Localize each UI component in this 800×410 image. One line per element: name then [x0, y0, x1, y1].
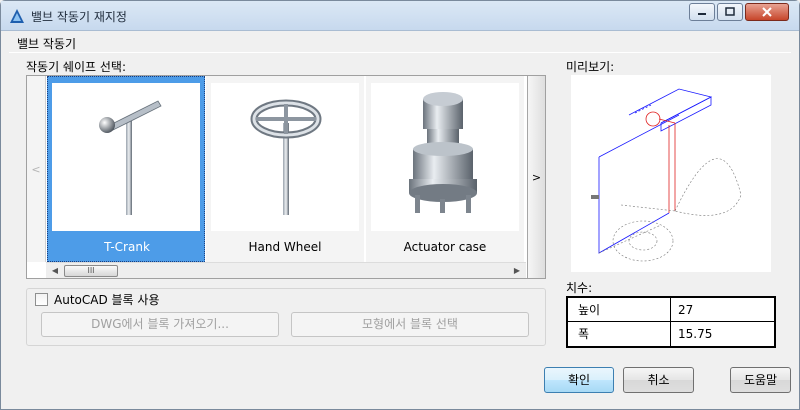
autocad-app-icon: [10, 9, 24, 23]
section-title: 밸브 작동기: [17, 37, 77, 51]
import-from-dwg-button[interactable]: DWG에서 블록 가져오기...: [41, 312, 279, 337]
use-autocad-block-checkbox[interactable]: [35, 293, 48, 306]
title-bar[interactable]: 밸브 작동기 재지정: [1, 1, 799, 31]
use-autocad-block-label[interactable]: AutoCAD 블록 사용: [54, 291, 159, 308]
cancel-button[interactable]: 취소: [623, 367, 694, 393]
help-button[interactable]: 도움말: [730, 367, 791, 393]
chevron-right-icon: >: [531, 170, 542, 184]
gallery-prev-button[interactable]: <: [27, 76, 46, 262]
dialog-content: 밸브 작동기 작동기 쉐이프 선택: < T-Crank Hand Wheel …: [1, 32, 799, 409]
hand-wheel-icon: [250, 99, 322, 215]
dimension-value-height[interactable]: 27: [672, 298, 774, 322]
select-from-model-button[interactable]: 모형에서 블록 선택: [291, 312, 529, 337]
shape-select-label: 작동기 쉐이프 선택:: [26, 60, 126, 74]
dimension-key: 높이: [568, 298, 671, 322]
dimensions-table: 높이 27 폭 15.75: [566, 296, 776, 348]
shape-label-actuator-case: Actuator case: [403, 240, 487, 254]
dimension-value-width[interactable]: 15.75: [672, 322, 774, 346]
gallery-next-button[interactable]: >: [527, 76, 545, 278]
maximize-button[interactable]: [717, 3, 743, 21]
shape-tile-actuator-case[interactable]: Actuator case: [366, 76, 524, 262]
ok-button[interactable]: 확인: [544, 367, 614, 393]
hand-wheel-thumbnail: [211, 83, 359, 231]
actuator-case-thumbnail: [371, 83, 519, 231]
dimension-key: 폭: [568, 322, 671, 346]
close-icon: [762, 7, 772, 17]
preview-pane: [571, 75, 771, 272]
actuator-case-icon: [409, 92, 477, 213]
minimize-button[interactable]: [689, 3, 715, 21]
dimension-row-width: 폭 15.75: [568, 322, 774, 346]
preview-label: 미리보기:: [566, 60, 615, 74]
minimize-icon: [698, 13, 706, 15]
gallery-horizontal-scrollbar[interactable]: ◀ III ▶: [46, 262, 526, 278]
shape-tile-t-crank[interactable]: T-Crank: [47, 76, 205, 262]
shape-tile-hand-wheel[interactable]: Hand Wheel: [206, 76, 364, 262]
dimensions-label: 치수:: [566, 281, 593, 295]
window-title: 밸브 작동기 재지정: [31, 10, 127, 24]
shape-gallery: < T-Crank Hand Wheel Actuator case > ◀ I…: [26, 75, 546, 279]
chevron-left-icon: <: [31, 162, 41, 176]
shape-label-t-crank: T-Crank: [104, 240, 150, 254]
actuator-preview-drawing: [591, 88, 742, 262]
shape-label-hand-wheel: Hand Wheel: [248, 240, 322, 254]
t-crank-thumbnail: [52, 83, 200, 231]
section-divider: [9, 52, 791, 53]
maximize-icon: [725, 7, 735, 16]
scrollbar-thumb[interactable]: III: [64, 265, 118, 277]
grip-icon: III: [87, 266, 95, 275]
scroll-left-arrow-icon[interactable]: ◀: [48, 264, 62, 278]
dimension-row-height: 높이 27: [568, 298, 774, 322]
dialog-window: 밸브 작동기 재지정 밸브 작동기 작동기 쉐이프 선택: < T-Crank …: [0, 0, 800, 410]
t-crank-icon: [99, 100, 162, 215]
scroll-right-arrow-icon[interactable]: ▶: [510, 264, 524, 278]
close-button[interactable]: [745, 3, 789, 21]
